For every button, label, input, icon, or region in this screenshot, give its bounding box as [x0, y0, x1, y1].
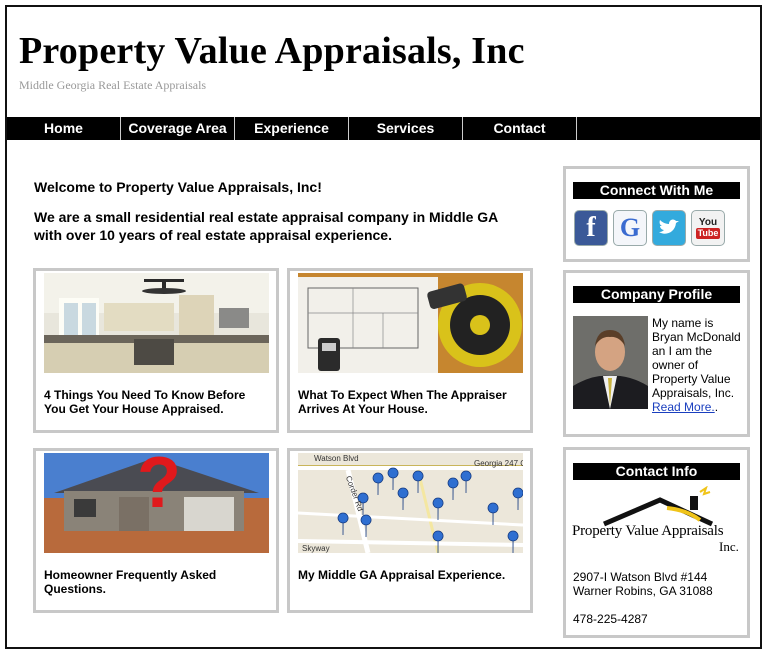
nav-coverage-area[interactable]: Coverage Area [121, 117, 235, 140]
card-caption[interactable]: What To Expect When The Appraiser Arrive… [298, 388, 523, 416]
bio-text: My name is Bryan McDonald an I am the ow… [652, 316, 741, 400]
google-glyph: G [619, 213, 641, 242]
welcome-section: Welcome to Property Value Appraisals, In… [34, 178, 524, 244]
contact-panel: Contact Info Property Value Appraisals I… [563, 447, 750, 638]
site-title[interactable]: Property Value Appraisals, Inc [19, 29, 525, 73]
social-links: f G You Tube [574, 210, 747, 246]
main-nav: Home Coverage Area Experience Services C… [7, 117, 760, 140]
map-road-label: Skyway [302, 544, 330, 553]
bio-trailing: . [714, 400, 719, 414]
facebook-glyph: f [586, 212, 596, 243]
nav-contact[interactable]: Contact [463, 117, 577, 140]
article-card-appraisal-tips[interactable]: 4 Things You Need To Know Before You Get… [33, 268, 279, 433]
tape-measure-blueprint-photo[interactable] [298, 273, 523, 373]
article-card-experience-map[interactable]: Watson Blvd Georgia 247 C Corder Rd Skyw… [287, 448, 533, 613]
card-caption[interactable]: Homeowner Frequently Asked Questions. [44, 568, 269, 596]
profile-content: My name is Bryan McDonald an I am the ow… [573, 316, 747, 414]
profile-bio: My name is Bryan McDonald an I am the ow… [652, 316, 744, 414]
profile-heading: Company Profile [573, 286, 740, 303]
nav-experience[interactable]: Experience [235, 117, 349, 140]
address: 2907-I Watson Blvd #144 Warner Robins, G… [573, 570, 747, 598]
nav-services[interactable]: Services [349, 117, 463, 140]
connect-heading: Connect With Me [573, 182, 740, 199]
kitchen-photo[interactable] [44, 273, 269, 373]
map-pins-photo[interactable]: Watson Blvd Georgia 247 C Corder Rd Skyw… [298, 453, 523, 553]
welcome-heading: Welcome to Property Value Appraisals, In… [34, 179, 322, 195]
contact-heading: Contact Info [573, 463, 740, 480]
youtube-icon[interactable]: You Tube [691, 210, 725, 246]
address-line1: 2907-I Watson Blvd #144 [573, 570, 708, 584]
welcome-body: We are a small residential real estate a… [34, 209, 498, 243]
map-road-label: Georgia 247 C [474, 459, 523, 468]
owner-portrait [573, 316, 648, 409]
article-card-what-to-expect[interactable]: What To Expect When The Appraiser Arrive… [287, 268, 533, 433]
card-caption[interactable]: My Middle GA Appraisal Experience. [298, 568, 523, 582]
youtube-glyph-top: You [698, 217, 718, 228]
connect-panel: Connect With Me f G You Tube [563, 166, 750, 262]
company-logo: Property Value Appraisals Inc. [572, 486, 744, 558]
read-more-link[interactable]: Read More. [652, 400, 715, 414]
site-tagline: Middle Georgia Real Estate Appraisals [19, 78, 207, 92]
map-road-label: Watson Blvd [314, 454, 359, 463]
logo-text-line1: Property Value Appraisals [572, 523, 724, 539]
page-frame: Property Value Appraisals, Inc Middle Ge… [5, 5, 762, 649]
question-mark-icon: ? [137, 453, 181, 523]
nav-filler [577, 117, 760, 140]
twitter-icon[interactable] [652, 210, 686, 246]
company-profile-panel: Company Profile My name is Bryan McDonal… [563, 270, 750, 437]
facebook-icon[interactable]: f [574, 210, 608, 246]
card-caption[interactable]: 4 Things You Need To Know Before You Get… [44, 388, 269, 416]
phone-number[interactable]: 478-225-4287 [573, 612, 747, 626]
nav-home[interactable]: Home [7, 117, 121, 140]
logo-text-line2: Inc. [719, 539, 739, 554]
article-card-faq[interactable]: ? Homeowner Frequently Asked Questions. [33, 448, 279, 613]
address-line2: Warner Robins, GA 31088 [573, 584, 713, 598]
house-question-photo[interactable]: ? [44, 453, 269, 553]
google-icon[interactable]: G [613, 210, 647, 246]
youtube-glyph-bottom: Tube [695, 228, 721, 239]
